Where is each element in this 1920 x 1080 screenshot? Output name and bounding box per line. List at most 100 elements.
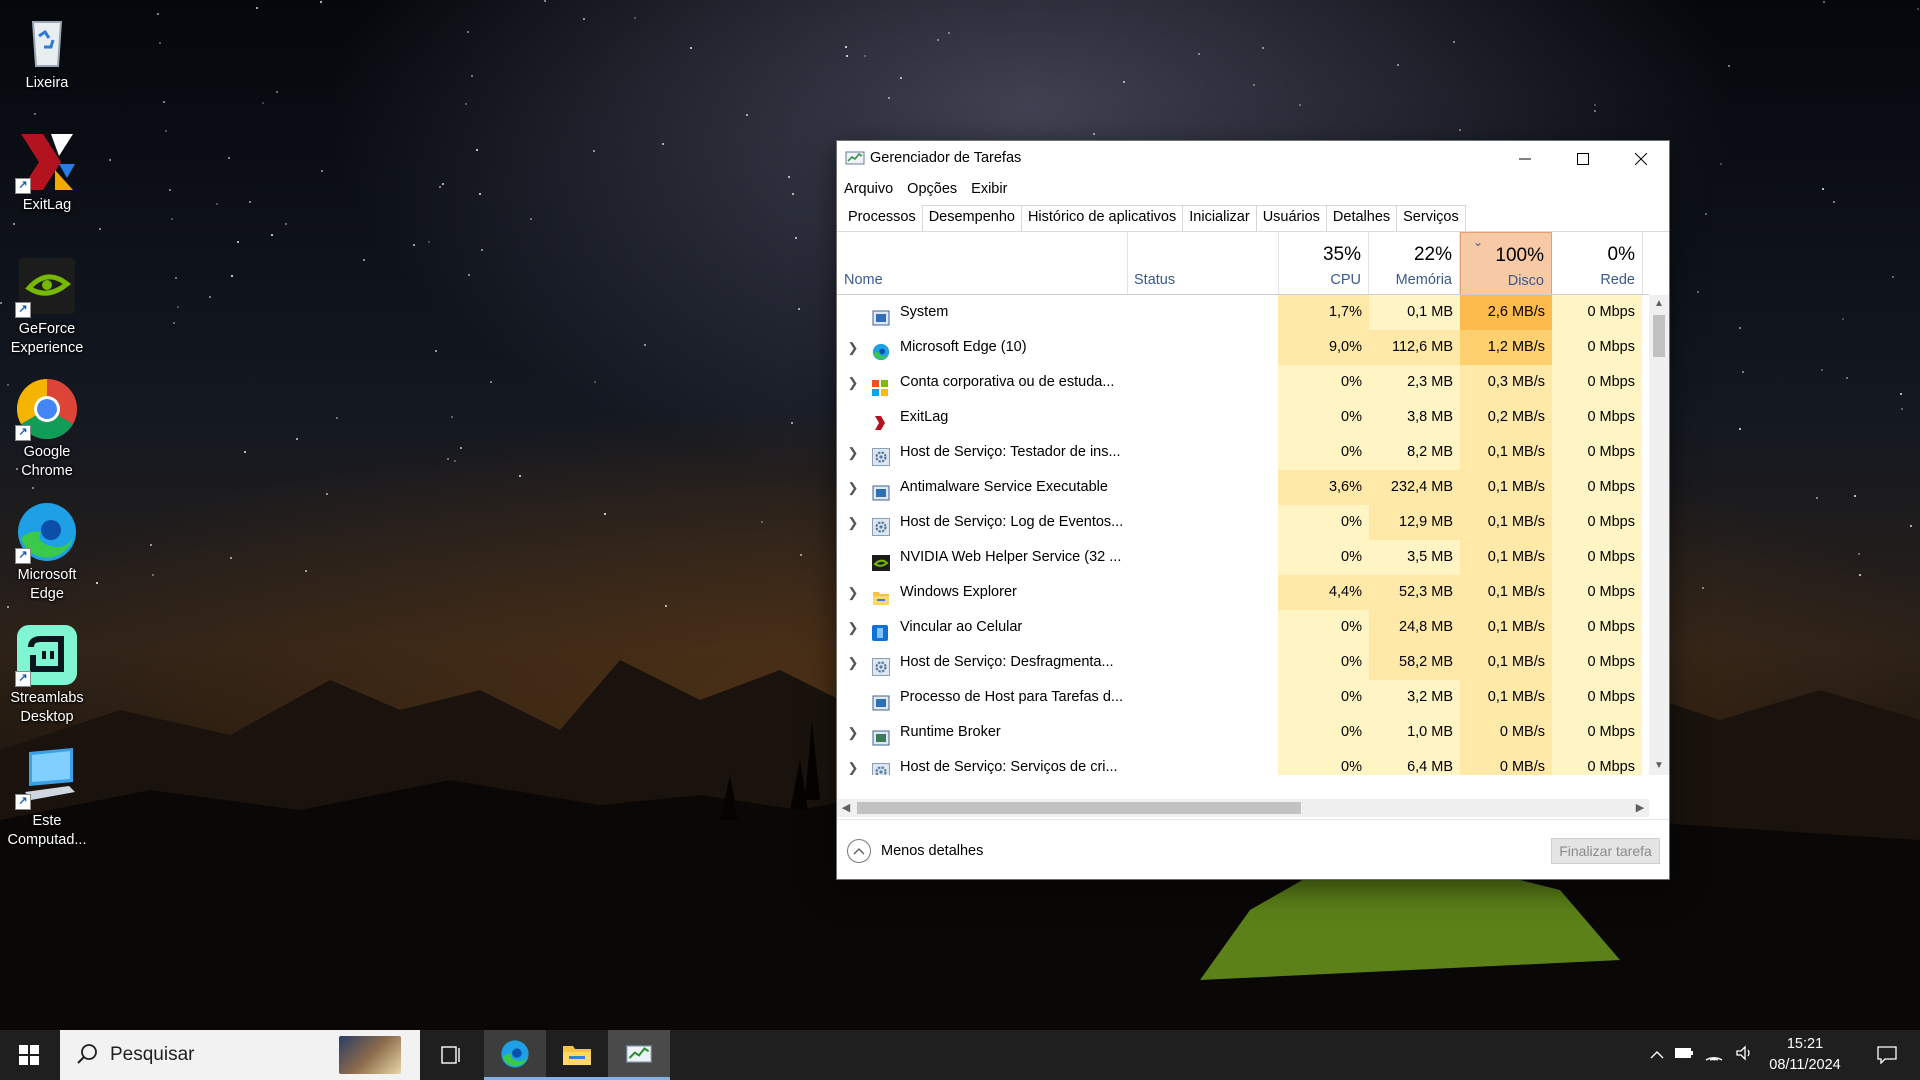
desktop-icon-chrome[interactable]: ↗ Google Chrome [4, 377, 90, 481]
horizontal-scrollbar[interactable]: ◀ ▶ [837, 799, 1649, 817]
desktop-icon-lixeira[interactable]: Lixeira [4, 8, 90, 93]
chevron-right-icon[interactable]: ❯ [845, 435, 861, 470]
tab-usuarios[interactable]: Usuários [1255, 205, 1327, 231]
chevron-right-icon[interactable]: ❯ [845, 505, 861, 540]
close-button[interactable] [1612, 141, 1670, 177]
process-row[interactable]: ExitLag 0% 3,8 MB 0,2 MB/s 0 Mbps [837, 400, 1649, 435]
task-manager-window[interactable]: Gerenciador de Tarefas Arquivo Opções Ex… [836, 140, 1670, 880]
task-view-button[interactable] [425, 1030, 477, 1080]
process-row[interactable]: ❯ Host de Serviço: Testador de ins... 0% 8,… [837, 435, 1649, 470]
taskbar-file-explorer-button[interactable] [546, 1030, 608, 1080]
column-header-status[interactable]: Status [1127, 232, 1279, 294]
process-row[interactable]: ❯ Host de Serviço: Serviços de cri... 0% 6,… [837, 750, 1649, 775]
menu-opcoes[interactable]: Opções [900, 177, 964, 203]
wifi-icon[interactable] [1699, 1045, 1729, 1066]
column-header-network[interactable]: 0% Rede [1552, 232, 1643, 294]
menu-bar: Arquivo Opções Exibir [837, 177, 1014, 203]
minimize-button[interactable] [1496, 141, 1554, 177]
menu-exibir[interactable]: Exibir [964, 177, 1014, 203]
title-bar[interactable]: Gerenciador de Tarefas [837, 141, 1669, 177]
taskbar-task-manager-button[interactable] [608, 1030, 670, 1080]
process-disk: 0,1 MB/s [1460, 470, 1552, 505]
column-header-disk[interactable]: ⌄ 100% Disco [1460, 232, 1552, 296]
desktop-icon-exitlag[interactable]: ↗ ExitLag [4, 130, 90, 215]
column-header-name[interactable]: Nome [837, 232, 1128, 294]
column-header-memory[interactable]: 22% Memória [1369, 232, 1460, 294]
volume-icon[interactable] [1729, 1044, 1759, 1066]
scroll-down-icon[interactable]: ▼ [1649, 757, 1669, 775]
less-details-button[interactable]: Menos detalhes [847, 839, 983, 863]
process-name: ExitLag [900, 409, 949, 425]
tab-servicos[interactable]: Serviços [1396, 205, 1466, 231]
process-name: NVIDIA Web Helper Service (32 ... [900, 549, 1122, 565]
vertical-scrollbar[interactable]: ▲ ▼ [1649, 295, 1669, 775]
chrome-icon: ↗ [15, 377, 79, 441]
process-disk: 0,1 MB/s [1460, 540, 1552, 575]
menu-arquivo[interactable]: Arquivo [837, 177, 900, 203]
scroll-up-icon[interactable]: ▲ [1649, 295, 1669, 313]
process-row[interactable]: NVIDIA Web Helper Service (32 ... 0% 3,5 M… [837, 540, 1649, 575]
scroll-right-icon[interactable]: ▶ [1631, 799, 1649, 817]
process-row[interactable]: ❯ Antimalware Service Executable 3,6% 232,4… [837, 470, 1649, 505]
tab-historico[interactable]: Histórico de aplicativos [1020, 205, 1184, 231]
process-row[interactable]: ❯ Windows Explorer 4,4% 52,3 MB 0,1 MB/s 0 Mb… [837, 575, 1649, 610]
process-memory: 58,2 MB [1369, 645, 1460, 680]
end-task-button[interactable]: Finalizar tarefa [1551, 838, 1660, 864]
process-disk: 0,3 MB/s [1460, 365, 1552, 400]
desktop-icon-this-pc[interactable]: ↗ Este Computad... [4, 746, 90, 850]
recycle-bin-icon [15, 8, 79, 72]
process-disk: 0,1 MB/s [1460, 575, 1552, 610]
maximize-button[interactable] [1554, 141, 1612, 177]
battery-icon[interactable] [1669, 1046, 1699, 1064]
desktop-icon-label: Google Chrome [21, 444, 73, 479]
process-name: Vincular ao Celular [900, 619, 1023, 635]
process-network: 0 Mbps [1552, 505, 1642, 540]
phone-link-icon [872, 620, 890, 641]
process-row[interactable]: System 1,7% 0,1 MB 2,6 MB/s 0 Mbps [837, 295, 1649, 330]
chevron-right-icon[interactable]: ❯ [845, 575, 861, 610]
shortcut-arrow-icon: ↗ [15, 178, 31, 194]
process-list[interactable]: System 1,7% 0,1 MB 2,6 MB/s 0 Mbps ❯ Microsoft… [837, 295, 1649, 775]
process-row[interactable]: ❯ Host de Serviço: Desfragmenta... 0% 58,2 … [837, 645, 1649, 680]
search-box[interactable]: Pesquisar [60, 1030, 420, 1080]
chevron-right-icon[interactable]: ❯ [845, 470, 861, 505]
column-header-cpu[interactable]: 35% CPU [1278, 232, 1369, 294]
tab-strip: Processos Desempenho Histórico de aplica… [841, 205, 1466, 231]
chevron-right-icon[interactable]: ❯ [845, 715, 861, 750]
process-network: 0 Mbps [1552, 645, 1642, 680]
chevron-up-icon[interactable] [1645, 1046, 1669, 1064]
process-row[interactable]: ❯ Host de Serviço: Log de Eventos... 0% 12,… [837, 505, 1649, 540]
process-row[interactable]: ❯ Conta corporativa ou de estuda... 0% 2,3 … [837, 365, 1649, 400]
scroll-thumb[interactable] [1653, 315, 1665, 357]
tab-detalhes[interactable]: Detalhes [1325, 205, 1398, 231]
process-row[interactable]: ❯ Microsoft Edge (10) 9,0% 112,6 MB 1,2 MB/s… [837, 330, 1649, 365]
start-button[interactable] [0, 1030, 58, 1080]
process-row[interactable]: Processo de Host para Tarefas d... 0% 3,2 … [837, 680, 1649, 715]
chevron-right-icon[interactable]: ❯ [845, 365, 861, 400]
tab-processos[interactable]: Processos [841, 205, 923, 231]
search-highlight-image[interactable] [339, 1036, 401, 1074]
chevron-right-icon[interactable]: ❯ [845, 330, 861, 365]
process-network: 0 Mbps [1552, 750, 1642, 775]
process-row[interactable]: ❯ Vincular ao Celular 0% 24,8 MB 0,1 MB/s 0 M… [837, 610, 1649, 645]
tab-desempenho[interactable]: Desempenho [921, 205, 1022, 231]
notifications-button[interactable] [1862, 1030, 1912, 1080]
column-label: Rede [1600, 272, 1635, 288]
column-label: CPU [1330, 272, 1361, 288]
tab-inicializar[interactable]: Inicializar [1182, 205, 1257, 231]
scroll-thumb[interactable] [857, 802, 1301, 814]
chevron-right-icon[interactable]: ❯ [845, 645, 861, 680]
desktop-icon-geforce[interactable]: ↗ GeForce Experience [4, 254, 90, 358]
chevron-right-icon[interactable]: ❯ [845, 610, 861, 645]
process-name: Antimalware Service Executable [900, 479, 1108, 495]
desktop-icon-edge[interactable]: ↗ Microsoft Edge [4, 500, 90, 604]
desktop-icon-streamlabs[interactable]: ↗ Streamlabs Desktop [4, 623, 90, 727]
chevron-right-icon[interactable]: ❯ [845, 750, 861, 775]
taskbar-clock[interactable]: 15:21 08/11/2024 [1760, 1034, 1850, 1076]
system-icon [872, 690, 890, 711]
maximize-icon [1577, 153, 1589, 165]
process-row[interactable]: ❯ Runtime Broker 0% 1,0 MB 0 MB/s 0 Mbps [837, 715, 1649, 750]
taskbar-edge-button[interactable] [484, 1030, 546, 1080]
notification-icon [1877, 1046, 1897, 1064]
scroll-left-icon[interactable]: ◀ [837, 799, 855, 817]
